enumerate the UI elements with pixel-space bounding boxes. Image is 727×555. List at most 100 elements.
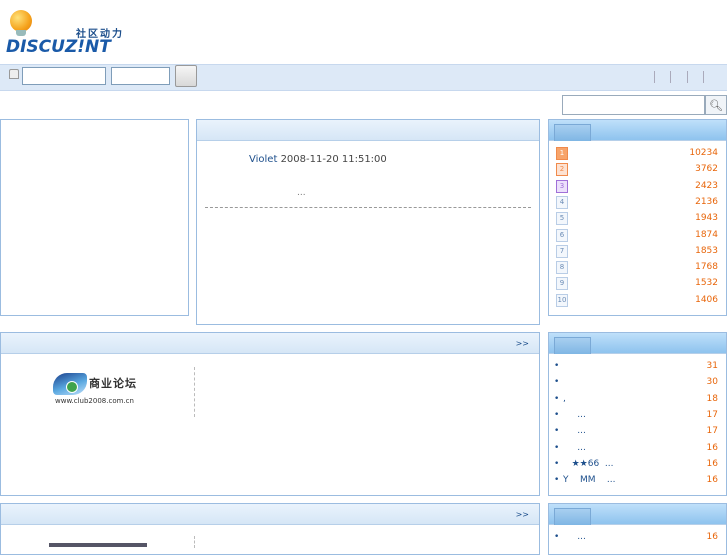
bullet-icon: • [554,475,560,486]
rank-value: 2136 [695,196,718,207]
rank-value: 1943 [695,213,718,224]
hot-thread-title[interactable]: Y MM ... [563,475,616,485]
hot-thread-row[interactable]: • ... 17 [554,426,718,441]
ranking-row[interactable]: 6 1874 [556,228,718,243]
search-button[interactable]: 🔍︎ [705,95,727,115]
post-meta: Violet 2008-11-20 11:51:00 [249,154,387,165]
ranking-row[interactable]: 8 1768 [556,261,718,275]
rank-number: 3 [556,179,568,193]
rank-value: 1874 [695,229,718,240]
ball-icon [66,381,78,393]
rank-value: 1768 [695,262,718,273]
hot-thread-count: 17 [706,426,718,437]
search-input[interactable] [562,95,705,115]
hot-thread-title[interactable]: , [563,394,566,404]
tab-hot-threads[interactable] [554,337,591,354]
bullet-icon: • [554,426,560,437]
divider [194,367,195,417]
hot-thread-row[interactable]: • ★★66 ... 16 [554,459,718,474]
rank-number: 2 [556,163,568,177]
post-datetime: 2008-11-20 11:51:00 [280,154,387,165]
divider [205,207,531,208]
bulb-icon [10,10,32,32]
ad-logo-url: www.club2008.com.cn [55,397,134,405]
bottom-image [49,543,147,547]
rank-number: 5 [556,212,568,226]
password-input[interactable] [111,67,170,85]
rank-number: 10 [556,293,568,307]
rank-number: 9 [556,277,568,291]
divider [194,536,195,548]
hot-thread-row[interactable]: • Y MM ... 16 [554,475,718,490]
nav-separator [670,71,671,83]
bullet-icon: • [554,393,560,404]
nav-separator [687,71,688,83]
rank-number: 6 [556,228,568,242]
rank-value: 10234 [689,148,718,158]
tab-bottom-right[interactable] [554,508,591,525]
hot-thread-title[interactable]: ... [563,426,586,436]
hot-thread-title[interactable]: ... [563,443,586,453]
more-link[interactable]: >> [516,510,529,519]
hot-thread-row[interactable]: • 30 [554,377,718,392]
logo[interactable]: 社区动力 DISCUZ!NT [6,8,136,58]
panel-header [197,120,539,141]
bullet-icon: • [554,532,560,542]
login-button[interactable] [175,65,197,87]
login-bar [0,64,727,91]
rank-value: 1406 [695,294,718,305]
forum-ad-panel: >> 商业论坛 www.club2008.com.cn [0,332,540,496]
post-author[interactable]: Violet [249,154,277,165]
rank-value: 3762 [695,164,718,175]
rank-value: 1853 [695,245,718,256]
more-link[interactable]: >> [516,339,529,348]
rank-number: 4 [556,195,568,209]
ranking-row[interactable]: 9 1532 [556,277,718,291]
hot-thread-count: 16 [706,532,718,542]
ranking-row[interactable]: 4 2136 [556,195,718,210]
panel-header [1,333,539,354]
panel-header [1,504,539,525]
bullet-icon: • [554,409,560,420]
ranking-row[interactable]: 7 1853 [556,244,718,259]
bulb-base [16,30,26,36]
hot-thread-count: 16 [706,458,718,469]
rank-value: 2423 [695,180,718,191]
bottom-panel: >> [0,503,540,555]
tab-ranking[interactable] [554,124,591,141]
hot-thread-row[interactable]: • ... 16 [554,443,718,458]
ranking-row[interactable]: 2 3762 [556,163,718,177]
bullet-icon: • [554,377,560,388]
rank-number: 1 [556,147,568,160]
bullet-icon: • [554,442,560,453]
rank-number: 7 [556,244,568,258]
hot-thread-title[interactable]: ... [563,532,586,542]
ranking-row[interactable]: 10 1406 [556,293,718,308]
hot-thread-count: 30 [706,377,718,388]
bullet-icon: • [554,458,560,469]
search-icon: 🔍︎ [709,98,723,112]
bullet-icon: • [554,361,560,371]
ranking-row[interactable]: 5 1943 [556,212,718,226]
lock-icon [9,69,19,79]
hot-thread-row[interactable]: •, 18 [554,394,718,409]
latest-post-panel: Violet 2008-11-20 11:51:00 ... [196,119,540,325]
left-panel [0,119,189,316]
hot-thread-count: 18 [706,393,718,404]
hot-thread-row[interactable]: • 31 [554,361,718,376]
hot-thread-row[interactable]: • ... 17 [554,410,718,425]
hot-thread-count: 16 [706,442,718,453]
ranking-row[interactable]: 3 2423 [556,179,718,194]
logo-en-text: DISCUZ!NT [6,37,111,57]
ad-logo-text: 商业论坛 [89,377,137,390]
rank-value: 1532 [695,278,718,289]
username-input[interactable] [22,67,106,85]
hot-thread-title[interactable]: ★★66 ... [563,459,614,469]
hot-thread-title[interactable]: ... [563,410,586,420]
club2008-logo[interactable]: 商业论坛 www.club2008.com.cn [53,371,143,407]
hot-thread-count: 31 [706,361,718,371]
ranking-row[interactable]: 1 10234 [556,147,718,161]
hot-thread-count: 17 [706,409,718,420]
nav-separator [703,71,704,83]
rank-number: 8 [556,261,568,275]
